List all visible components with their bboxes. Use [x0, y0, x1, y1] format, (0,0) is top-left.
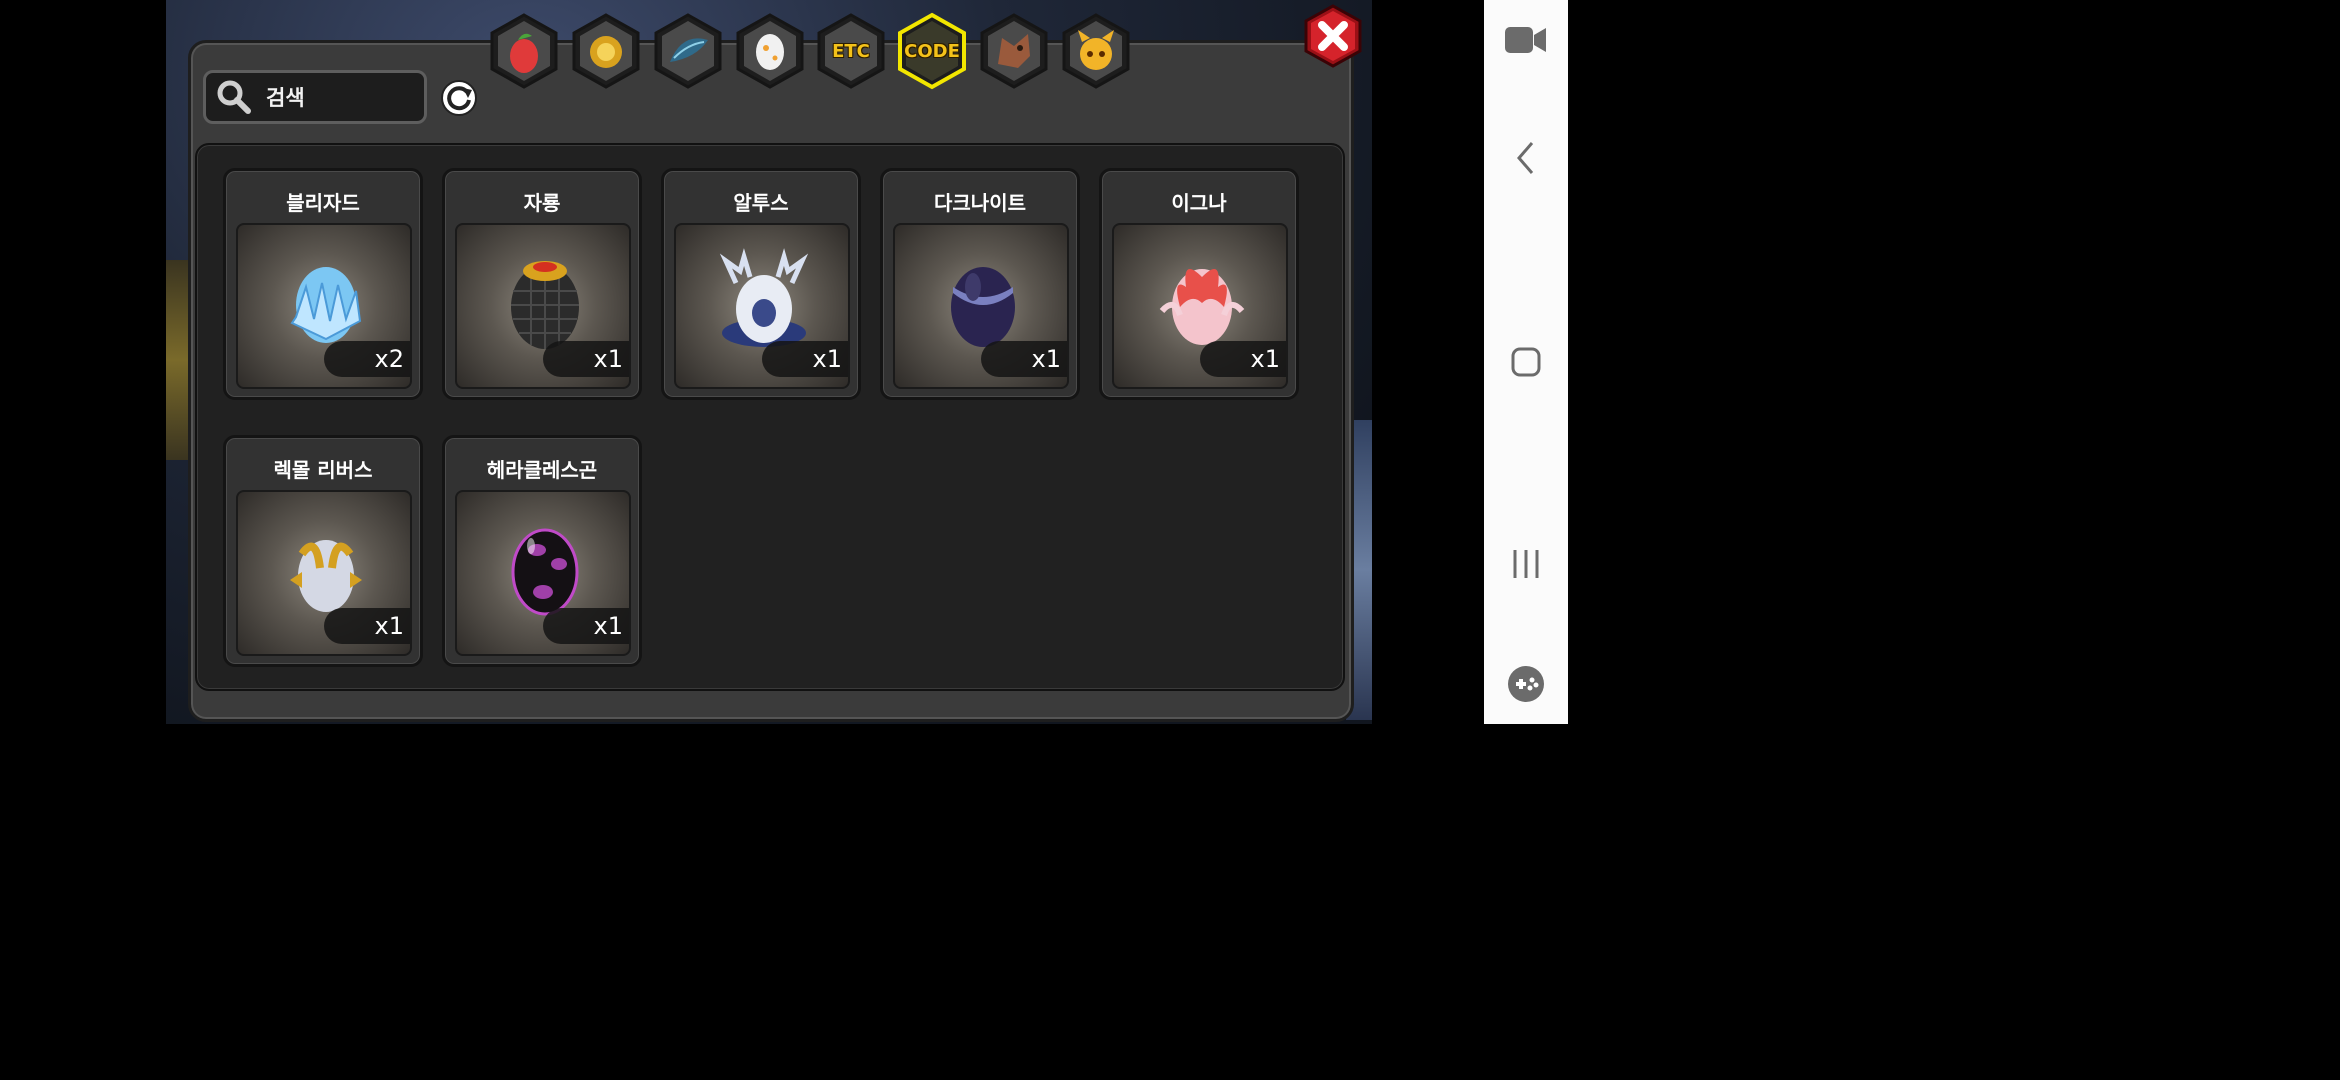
egg-card[interactable]: 다크나이트 x1: [880, 168, 1080, 400]
egg-name: 헤라클레스곤: [486, 458, 598, 482]
refresh-button[interactable]: [437, 76, 481, 120]
egg-count: x1: [543, 608, 629, 644]
egg-card[interactable]: 자룡 x1: [442, 168, 642, 400]
back-chevron-icon: [1517, 142, 1534, 174]
search-placeholder: 검색: [266, 86, 305, 110]
tab-egg[interactable]: [734, 12, 806, 90]
search-icon: [217, 80, 251, 114]
gamepad-icon: [1508, 666, 1544, 702]
tab-fruit[interactable]: [488, 12, 560, 90]
tab-etc[interactable]: ETC: [815, 12, 887, 90]
tab-dragon[interactable]: [978, 12, 1050, 90]
egg-count: x1: [543, 341, 629, 377]
egg-name: 이그나: [1171, 191, 1227, 215]
egg-slot: x1: [455, 223, 631, 389]
egg-slot: x1: [893, 223, 1069, 389]
egg-name: 블리자드: [286, 191, 360, 215]
search-input[interactable]: 검색: [203, 70, 427, 124]
tab-label: CODE: [904, 40, 960, 62]
close-button[interactable]: [1302, 4, 1364, 68]
game-tools-button[interactable]: [1484, 654, 1568, 714]
egg-count: x2: [324, 341, 410, 377]
egg-name: 다크나이트: [934, 191, 1026, 215]
egg-count: x1: [762, 341, 848, 377]
video-camera-icon: [1505, 27, 1546, 53]
egg-card[interactable]: 헤라클레스곤 x1: [442, 435, 642, 667]
recents-button[interactable]: [1484, 534, 1568, 594]
back-button[interactable]: [1484, 128, 1568, 188]
close-icon: [1304, 4, 1362, 68]
home-button[interactable]: [1484, 332, 1568, 392]
left-black-bar: [0, 0, 166, 724]
tab-feather[interactable]: [652, 12, 724, 90]
egg-count: x1: [324, 608, 410, 644]
tab-mascot[interactable]: [1060, 12, 1132, 90]
egg-slot: x1: [236, 490, 412, 656]
egg-slot: x2: [236, 223, 412, 389]
egg-count: x1: [1200, 341, 1286, 377]
tab-code[interactable]: CODE: [896, 12, 968, 90]
egg-card[interactable]: 블리자드 x2: [223, 168, 423, 400]
egg-icon: [756, 34, 784, 70]
gold-orb-icon: [590, 36, 622, 68]
egg-slot: x1: [455, 490, 631, 656]
egg-slot: x1: [674, 223, 850, 389]
egg-card[interactable]: 알투스 x1: [661, 168, 861, 400]
home-square-icon: [1511, 347, 1541, 377]
egg-name: 렉몰 리버스: [273, 458, 373, 482]
egg-name: 자룡: [523, 191, 561, 215]
egg-card[interactable]: 이그나 x1: [1099, 168, 1299, 400]
recents-icon: [1513, 550, 1539, 578]
system-navigation-bar: [1484, 0, 1568, 724]
egg-card[interactable]: 렉몰 리버스 x1: [223, 435, 423, 667]
tab-label: ETC: [832, 40, 870, 62]
refresh-icon: [441, 80, 477, 116]
egg-slot: x1: [1112, 223, 1288, 389]
egg-count: x1: [981, 341, 1067, 377]
tab-gold[interactable]: [570, 12, 642, 90]
video-button[interactable]: [1484, 10, 1568, 70]
egg-name: 알투스: [733, 191, 789, 215]
